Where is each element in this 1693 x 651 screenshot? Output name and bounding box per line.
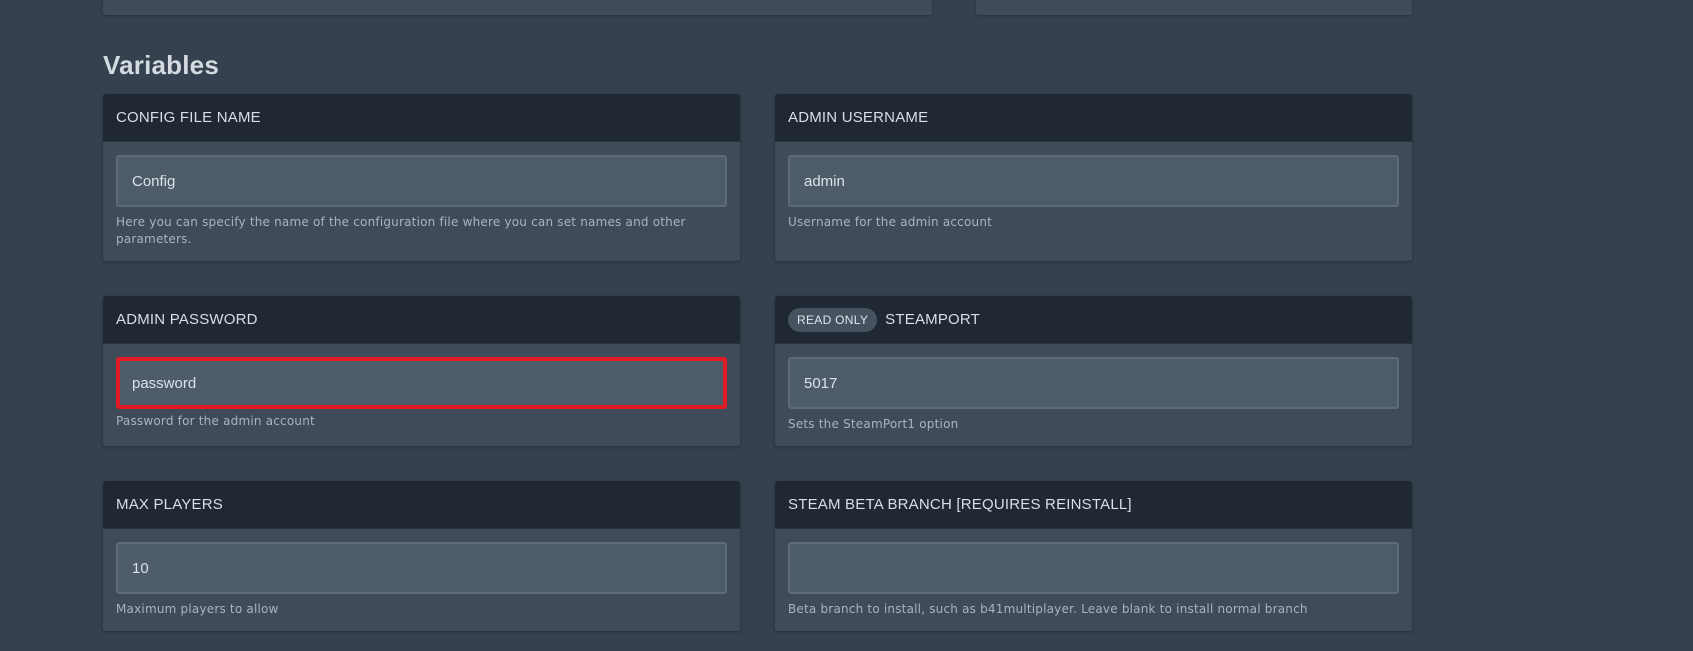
card-body: Password for the admin account	[103, 344, 740, 440]
field-wrap	[116, 542, 727, 594]
card-title: MAX PLAYERS	[116, 496, 223, 513]
card-header: MAX PLAYERS	[103, 481, 740, 529]
steam-beta-branch-input[interactable]	[788, 542, 1399, 594]
page: Variables CONFIG FILE NAME Here you can …	[0, 0, 1693, 651]
card-body: Sets the SteamPort1 option	[775, 344, 1412, 443]
admin-username-input[interactable]	[788, 155, 1399, 207]
help-text: Beta branch to install, such as b41multi…	[788, 602, 1308, 616]
card-config-file-name: CONFIG FILE NAME Here you can specify th…	[103, 94, 740, 261]
max-players-input[interactable]	[116, 542, 727, 594]
card-admin-password: ADMIN PASSWORD Password for the admin ac…	[103, 296, 740, 446]
card-title: STEAMPORT	[885, 311, 981, 328]
card-title: ADMIN PASSWORD	[116, 311, 258, 328]
steamport-input[interactable]	[788, 357, 1399, 409]
field-wrap	[116, 357, 727, 409]
field-wrap	[788, 542, 1399, 594]
card-title: STEAM BETA BRANCH [REQUIRES REINSTALL]	[788, 496, 1132, 513]
card-max-players: MAX PLAYERS Maximum players to allow	[103, 481, 740, 631]
field-wrap	[788, 357, 1399, 409]
help-text: Password for the admin account	[116, 414, 315, 428]
card-steam-beta-branch: STEAM BETA BRANCH [REQUIRES REINSTALL] B…	[775, 481, 1412, 631]
variables-grid: CONFIG FILE NAME Here you can specify th…	[103, 94, 1412, 631]
field-wrap	[788, 155, 1399, 207]
card-body: Username for the admin account	[775, 142, 1412, 241]
read-only-badge: READ ONLY	[788, 307, 878, 332]
card-header: READ ONLY STEAMPORT	[775, 296, 1412, 344]
card-title: ADMIN USERNAME	[788, 109, 929, 126]
card-header: CONFIG FILE NAME	[103, 94, 740, 142]
card-body: Beta branch to install, such as b41multi…	[775, 529, 1412, 628]
admin-password-input[interactable]	[116, 357, 727, 409]
card-header: ADMIN USERNAME	[775, 94, 1412, 142]
help-text: Maximum players to allow	[116, 602, 279, 616]
section-title: Variables	[103, 50, 219, 80]
config-file-name-input[interactable]	[116, 155, 727, 207]
card-header: ADMIN PASSWORD	[103, 296, 740, 344]
card-steamport: READ ONLY STEAMPORT Sets the SteamPort1 …	[775, 296, 1412, 446]
help-text: Username for the admin account	[788, 215, 993, 229]
field-wrap	[116, 155, 727, 207]
card-admin-username: ADMIN USERNAME Username for the admin ac…	[775, 94, 1412, 261]
card-title: CONFIG FILE NAME	[116, 109, 261, 126]
card-body: Maximum players to allow	[103, 529, 740, 628]
previous-card-left	[103, 0, 932, 15]
card-body: Here you can specify the name of the con…	[103, 142, 740, 258]
help-text: Sets the SteamPort1 option	[788, 417, 959, 431]
previous-card-right	[976, 0, 1412, 15]
help-text: Here you can specify the name of the con…	[116, 215, 686, 246]
card-header: STEAM BETA BRANCH [REQUIRES REINSTALL]	[775, 481, 1412, 529]
